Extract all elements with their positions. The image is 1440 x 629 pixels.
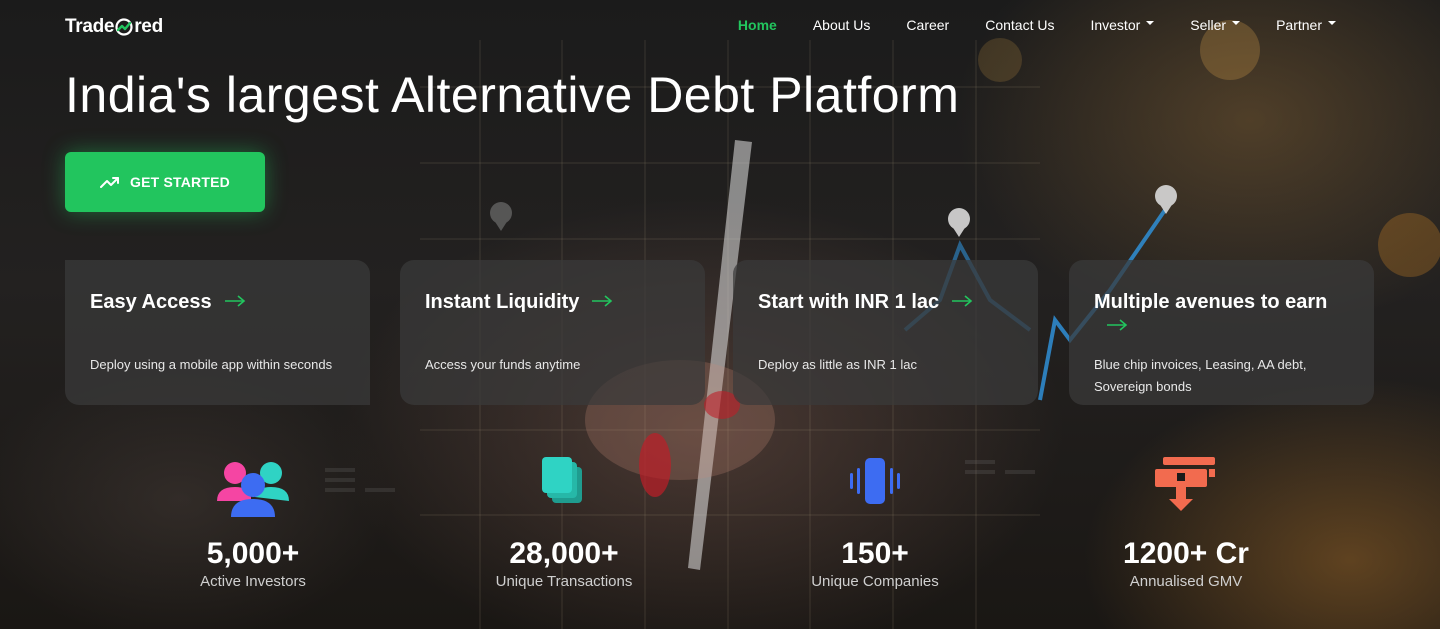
stat-label: Unique Transactions (495, 573, 633, 590)
feature-card-instant-liquidity[interactable]: Instant Liquidity Access your funds anyt… (400, 260, 705, 405)
feature-card-description: Access your funds anytime (425, 357, 581, 372)
feature-title-text: Multiple avenues to earn (1094, 291, 1328, 313)
brand-logo[interactable]: Trade red (65, 16, 163, 38)
brand-name-left: Trade (65, 16, 115, 37)
logo-mark-icon (115, 18, 133, 36)
feature-title-text: Instant Liquidity (425, 291, 580, 313)
stat-value: 5,000+ (206, 537, 300, 570)
stat-label: Annualised GMV (1129, 573, 1243, 590)
nav-contact-us[interactable]: Contact Us (967, 17, 1072, 33)
stat-active-investors: 5,000+ Active Investors (133, 455, 373, 590)
nav-partner-dropdown[interactable]: Partner (1258, 17, 1354, 33)
nav-investor-dropdown[interactable]: Investor (1072, 17, 1172, 33)
arrow-right-icon (1107, 319, 1128, 331)
stat-unique-transactions: 28,000+ Unique Transactions (444, 455, 684, 590)
nav-home[interactable]: Home (720, 17, 795, 33)
stat-label: Active Investors (200, 573, 306, 590)
get-started-button[interactable]: GET STARTED (65, 152, 265, 212)
caret-down-icon (1328, 21, 1336, 25)
navbar: Trade red Home About Us Career Contact U… (0, 0, 1440, 52)
get-started-label: GET STARTED (130, 174, 230, 190)
nav-contact-us-label: Contact Us (985, 17, 1055, 33)
nav-seller-label: Seller (1190, 17, 1227, 33)
nav-career[interactable]: Career (888, 17, 967, 33)
trending-up-icon (100, 177, 120, 188)
documents-stack-icon (542, 457, 582, 503)
users-icon (217, 462, 289, 517)
feature-card-title: Start with INR 1 lac (758, 290, 1013, 314)
feature-card-start-with-inr[interactable]: Start with INR 1 lac Deploy as little as… (733, 260, 1038, 405)
nav-home-label: Home (737, 17, 777, 33)
hero-headline: India's largest Alternative Debt Platfor… (65, 67, 960, 123)
feature-title-text: Easy Access (90, 291, 212, 313)
caret-down-icon (1146, 21, 1155, 25)
feature-card-description: Deploy using a mobile app within seconds (90, 357, 333, 372)
feature-card-easy-access[interactable]: Easy Access Deploy using a mobile app wi… (65, 260, 370, 405)
stat-value: 28,000+ (509, 537, 619, 570)
arrow-right-icon (224, 295, 245, 307)
feature-card-multiple-avenues[interactable]: Multiple avenues to earn Blue chip invoi… (1069, 260, 1374, 405)
feature-card-description: Deploy as little as INR 1 lac (758, 357, 917, 372)
nav-about-us-label: About Us (812, 17, 871, 33)
caret-down-icon (1232, 21, 1241, 25)
stat-value: 150+ (841, 537, 909, 570)
arrow-right-icon (592, 295, 613, 307)
nav-about-us[interactable]: About Us (795, 17, 889, 33)
arrow-right-icon (952, 295, 973, 307)
feature-card-title: Easy Access (90, 290, 345, 314)
feature-card-title: Multiple avenues to earn (1094, 290, 1349, 338)
stat-annualised-gmv: 1200+ Cr Annualised GMV (1066, 455, 1306, 590)
main-nav: Home About Us Career Contact Us Investor… (720, 17, 1354, 33)
feature-card-description: Blue chip invoices, Leasing, AA debt, So… (1094, 357, 1307, 394)
nav-career-label: Career (906, 17, 950, 33)
building-vibrate-icon (850, 458, 900, 504)
nav-investor-label: Investor (1090, 17, 1141, 33)
nav-partner-label: Partner (1276, 17, 1322, 33)
feature-card-title: Instant Liquidity (425, 290, 680, 314)
brand-name-right: red (134, 16, 163, 37)
stats-section: 5,000+ Active Investors 28,000+ Unique T… (0, 455, 1440, 605)
nav-seller-dropdown[interactable]: Seller (1172, 17, 1258, 33)
cash-register-icon (1155, 457, 1215, 511)
stat-unique-companies: 150+ Unique Companies (755, 455, 995, 590)
stat-label: Unique Companies (811, 573, 939, 590)
feature-title-text: Start with INR 1 lac (758, 291, 940, 313)
feature-cards: Easy Access Deploy using a mobile app wi… (65, 260, 1375, 405)
stat-value: 1200+ Cr (1123, 537, 1249, 570)
